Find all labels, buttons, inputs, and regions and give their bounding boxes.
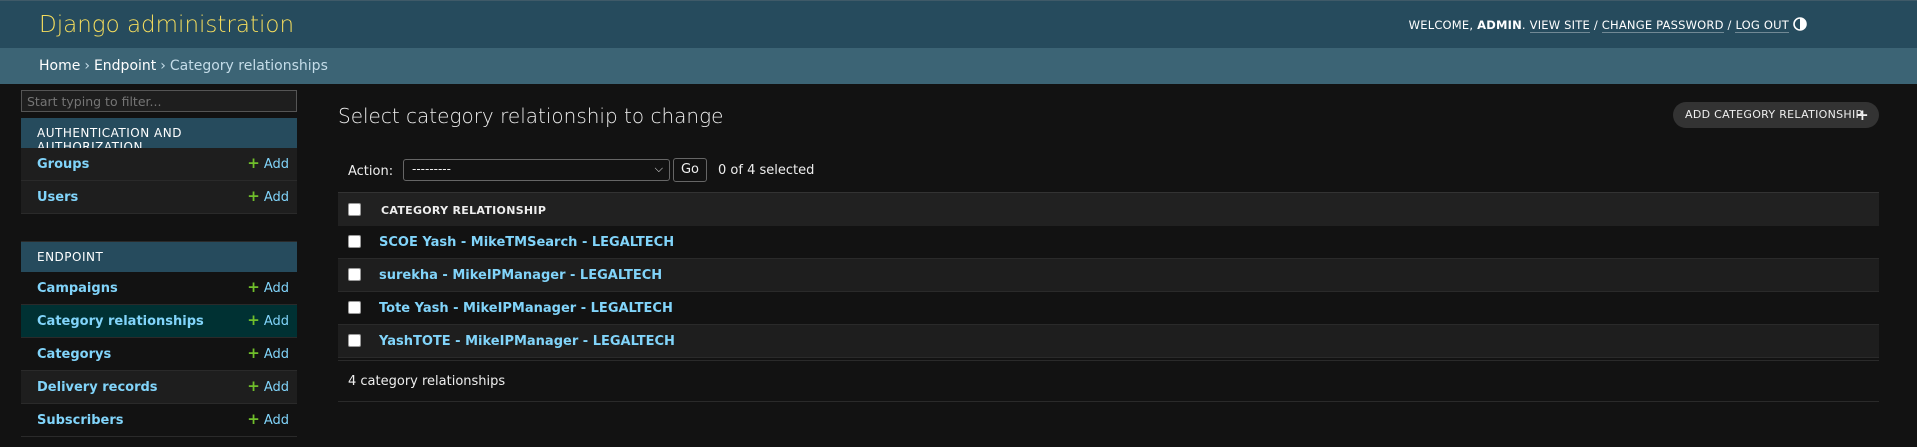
add-link[interactable]: + Add [247,187,289,206]
action-label: Action: [348,164,394,179]
user-tools: Welcome, admin. View site / Change passw… [1408,18,1789,33]
plus-icon: + [247,344,260,362]
theme-toggle-icon[interactable] [1793,17,1807,31]
separator: / [1727,18,1732,32]
actions-bar: Action: --------- ⌵ Go 0 of 4 selected [338,158,878,186]
table-row: Tote Yash - MikeIPManager - LEGALTECH [338,292,1879,325]
add-label: Add [263,281,289,296]
welcome-text: Welcome, [1408,18,1474,32]
nav-filter-input[interactable] [21,90,297,112]
username: admin [1477,18,1522,32]
breadcrumb: Home › Endpoint › Category relationships [0,48,1917,84]
add-label: Add [263,347,289,362]
table-header: Category relationship [338,192,1879,226]
separator: / [1593,18,1598,32]
sidebar-item-delivery-records: Delivery records + Add [21,371,297,404]
sidebar-item-subscribers: Subscribers + Add [21,404,297,437]
site-branding[interactable]: Django administration [39,12,294,38]
row-link[interactable]: SCOE Yash - MikeTMSearch - LEGALTECH [379,235,674,250]
plus-icon: + [247,278,260,296]
add-link[interactable]: + Add [247,410,289,429]
log-out-link[interactable]: Log out [1735,18,1789,33]
plus-icon: + [247,154,260,172]
row-checkbox[interactable] [348,334,361,347]
action-select[interactable]: --------- ⌵ [403,159,670,181]
add-link[interactable]: + Add [247,278,289,297]
sidebar-item-campaigns: Campaigns + Add [21,272,297,305]
add-link[interactable]: + Add [247,311,289,330]
sidebar-item-users: Users + Add [21,181,297,214]
change-password-link[interactable]: Change password [1601,18,1724,33]
row-link[interactable]: surekha - MikeIPManager - LEGALTECH [379,268,662,283]
breadcrumb-separator: › [160,58,166,74]
row-checkbox[interactable] [348,235,361,248]
add-label: Add [263,413,289,428]
table-row: SCOE Yash - MikeTMSearch - LEGALTECH [338,226,1879,259]
sidebar-item-label[interactable]: Categorys [37,347,111,362]
result-count: 4 category relationships [348,374,506,389]
module-spacer [21,214,297,242]
sidebar-item-label[interactable]: Delivery records [37,380,158,395]
add-link[interactable]: + Add [247,344,289,363]
sidebar-item-label[interactable]: Subscribers [37,413,124,428]
select-all-checkbox[interactable] [348,203,361,216]
plus-icon: + [247,311,260,329]
go-button[interactable]: Go [673,158,707,182]
selected-count: 0 of 4 selected [718,163,815,178]
plus-icon: + [247,377,260,395]
module-caption-auth[interactable]: Authentication and Authorization [21,118,297,154]
page-title: Select category relationship to change [338,104,724,128]
column-header-category-relationship[interactable]: Category relationship [381,204,546,217]
add-label: Add [263,380,289,395]
add-label: Add [263,190,289,205]
row-checkbox[interactable] [348,301,361,314]
paginator: 4 category relationships [338,360,1879,402]
sidebar-item-category-relationships: Category relationships + Add [21,305,297,338]
sidebar-item-label[interactable]: Campaigns [37,281,118,296]
add-link[interactable]: + Add [247,377,289,396]
view-site-link[interactable]: View site [1529,18,1590,33]
sidebar-item-label[interactable]: Users [37,190,78,205]
action-selected-value: --------- [412,162,451,176]
breadcrumb-separator: › [84,58,90,74]
sidebar-item-label[interactable]: Groups [37,157,89,172]
module-caption-endpoint[interactable]: Endpoint [21,242,297,272]
header: Django administration Welcome, admin. Vi… [0,0,1917,48]
add-label: Add [263,314,289,329]
breadcrumb-current: Category relationships [169,58,328,74]
row-link[interactable]: YashTOTE - MikeIPManager - LEGALTECH [379,334,675,349]
sidebar-item-groups: Groups + Add [21,148,297,181]
row-checkbox[interactable] [348,268,361,281]
add-link[interactable]: + Add [247,154,289,173]
sidebar-item-label[interactable]: Category relationships [37,314,204,329]
add-button-label: Add category relationship [1685,108,1863,121]
breadcrumb-app[interactable]: Endpoint [94,58,156,74]
plus-icon: + [1856,106,1869,124]
add-category-relationship-button[interactable]: Add category relationship + [1673,102,1879,128]
chevron-down-icon: ⌵ [654,162,663,175]
plus-icon: + [247,187,260,205]
row-link[interactable]: Tote Yash - MikeIPManager - LEGALTECH [379,301,673,316]
breadcrumb-home[interactable]: Home [39,58,80,74]
table-row: YashTOTE - MikeIPManager - LEGALTECH [338,325,1879,358]
plus-icon: + [247,410,260,428]
add-label: Add [263,157,289,172]
table-row: surekha - MikeIPManager - LEGALTECH [338,259,1879,292]
sidebar-item-categorys: Categorys + Add [21,338,297,371]
